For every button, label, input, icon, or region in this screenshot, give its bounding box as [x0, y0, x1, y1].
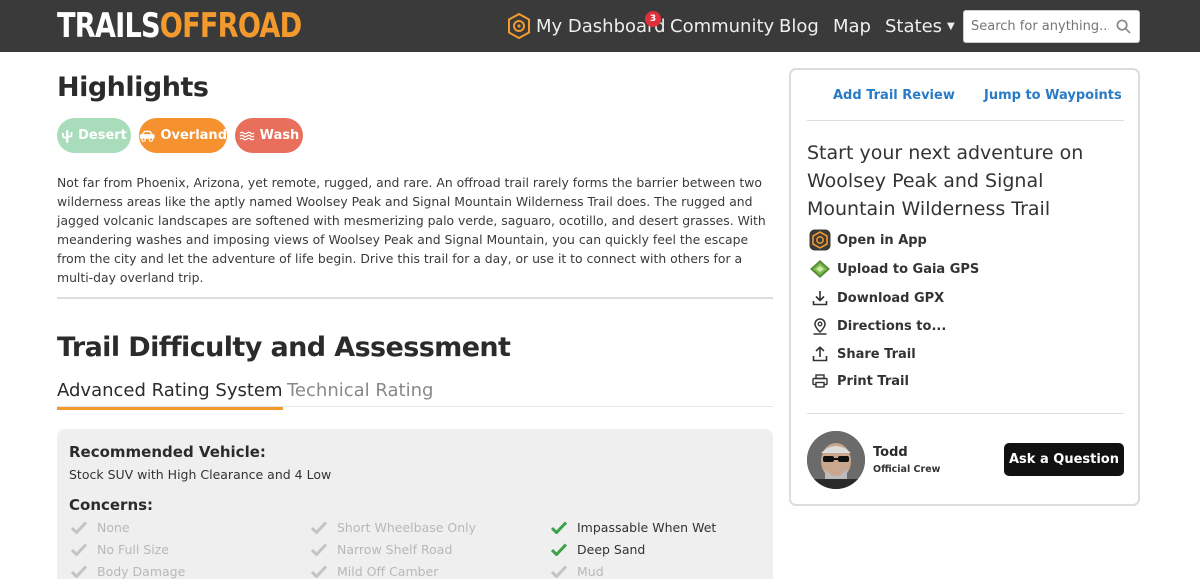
trail-description: Not far from Phoenix, Arizona, yet remot… — [57, 175, 766, 285]
concern-label: Short Wheelbase Only — [337, 520, 477, 535]
nav-community[interactable]: Community — [670, 0, 774, 52]
sidebar-divider — [807, 120, 1124, 121]
search-box — [963, 10, 1140, 43]
section-divider — [57, 297, 773, 299]
download-icon — [809, 288, 831, 308]
check-icon — [551, 543, 567, 556]
action-label: Upload to Gaia GPS — [837, 261, 980, 277]
map-pin-icon — [809, 316, 831, 336]
highlights-heading: Highlights — [57, 72, 209, 103]
gaia-gps-icon — [809, 259, 831, 279]
concern-item: Impassable When Wet — [551, 520, 716, 535]
print-icon — [809, 371, 831, 391]
nav-my-dashboard[interactable]: My Dashboard 3 — [508, 0, 666, 52]
check-icon — [71, 565, 87, 578]
recommended-vehicle-label: Recommended Vehicle: — [69, 443, 266, 461]
check-icon — [551, 565, 567, 578]
nav-states-label: States — [885, 15, 943, 37]
add-trail-review-link[interactable]: Add Trail Review — [833, 88, 955, 103]
logo-text-trails: TRAILS — [57, 6, 161, 46]
app-icon — [809, 229, 831, 251]
action-label: Share Trail — [837, 346, 916, 362]
tag-wash[interactable]: Wash — [235, 118, 303, 153]
trails-offroad-logo[interactable]: TRAILS OFFROAD — [57, 6, 302, 46]
trail-actions-sidebar: Add Trail Review Jump to Waypoints Start… — [789, 68, 1140, 506]
assessment-panel: Recommended Vehicle: Stock SUV with High… — [57, 429, 773, 579]
concern-item: No Full Size — [71, 542, 169, 557]
check-icon — [311, 521, 327, 534]
tag-wash-label: Wash — [259, 128, 300, 143]
concern-label: Body Damage — [97, 564, 186, 579]
action-label: Print Trail — [837, 373, 909, 389]
adventure-cta-text: Start your next adventure on Woolsey Pea… — [807, 142, 1084, 220]
open-in-app-action[interactable]: Open in App — [809, 229, 927, 251]
ask-a-question-button[interactable]: Ask a Question — [1004, 443, 1124, 476]
upload-gaia-gps-action[interactable]: Upload to Gaia GPS — [809, 259, 979, 279]
check-icon — [311, 565, 327, 578]
concern-item: None — [71, 520, 130, 535]
top-nav-bar: TRAILS OFFROAD My Dashboard 3 Community B… — [0, 0, 1200, 52]
tabs-underline — [57, 406, 773, 407]
difficulty-heading: Trail Difficulty and Assessment — [57, 332, 511, 363]
tab-technical-rating[interactable]: Technical Rating — [287, 380, 433, 401]
crew-role: Official Crew — [873, 464, 941, 475]
nav-states-dropdown[interactable]: States ▼ — [885, 0, 955, 52]
jump-to-waypoints-link[interactable]: Jump to Waypoints — [984, 88, 1122, 103]
caret-down-icon: ▼ — [947, 20, 955, 32]
concern-label: Mild Off Camber — [337, 564, 439, 579]
recommended-vehicle-value: Stock SUV with High Clearance and 4 Low — [69, 467, 332, 482]
nav-blog[interactable]: Blog — [779, 0, 819, 52]
cactus-icon — [62, 129, 73, 143]
check-icon — [71, 521, 87, 534]
concern-item: Deep Sand — [551, 542, 645, 557]
share-trail-action[interactable]: Share Trail — [809, 344, 916, 364]
tag-overland-label: Overland — [160, 128, 227, 143]
concerns-label: Concerns: — [69, 496, 154, 514]
logo-text-offroad: OFFROAD — [159, 6, 302, 46]
vehicle-icon — [139, 130, 155, 142]
nav-map[interactable]: Map — [833, 0, 871, 52]
tag-overland[interactable]: Overland — [139, 118, 227, 153]
concern-item: Mud — [551, 564, 604, 579]
concern-label: Impassable When Wet — [577, 520, 717, 535]
search-icon[interactable] — [1116, 19, 1131, 34]
wash-icon — [239, 131, 255, 140]
concern-label: None — [97, 520, 130, 535]
concern-label: Narrow Shelf Road — [337, 542, 453, 557]
action-label: Directions to... — [837, 318, 947, 334]
concern-item: Narrow Shelf Road — [311, 542, 452, 557]
tag-desert-label: Desert — [78, 128, 127, 143]
tag-desert[interactable]: Desert — [57, 118, 131, 153]
directions-action[interactable]: Directions to... — [809, 316, 946, 336]
crew-name: Todd — [873, 445, 908, 460]
dashboard-icon — [508, 12, 530, 40]
sidebar-divider — [807, 413, 1124, 414]
concern-label: Deep Sand — [577, 542, 646, 557]
avatar[interactable] — [807, 431, 865, 489]
share-icon — [809, 344, 831, 364]
action-label: Download GPX — [837, 290, 945, 306]
concern-item: Body Damage — [71, 564, 185, 579]
action-label: Open in App — [837, 232, 927, 248]
search-input[interactable] — [964, 11, 1109, 42]
check-icon — [311, 543, 327, 556]
concern-item: Short Wheelbase Only — [311, 520, 476, 535]
concern-label: No Full Size — [97, 542, 169, 557]
notification-badge: 3 — [645, 11, 661, 27]
concern-label: Mud — [577, 564, 604, 579]
check-icon — [71, 543, 87, 556]
print-trail-action[interactable]: Print Trail — [809, 371, 909, 391]
check-icon — [551, 521, 567, 534]
download-gpx-action[interactable]: Download GPX — [809, 288, 944, 308]
concern-item: Mild Off Camber — [311, 564, 438, 579]
